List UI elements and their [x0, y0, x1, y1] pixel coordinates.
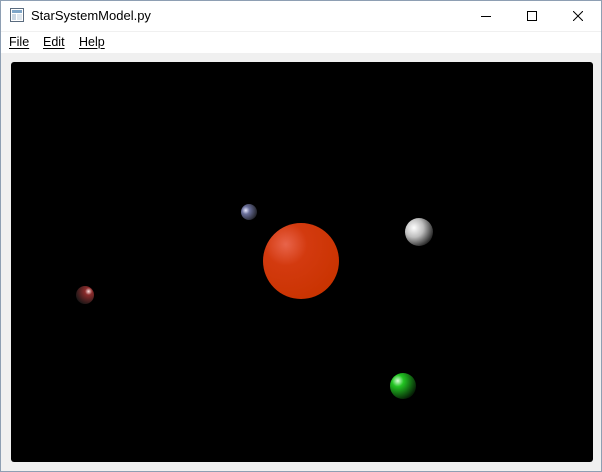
star-body	[263, 223, 339, 299]
close-button[interactable]	[555, 1, 601, 31]
window-title: StarSystemModel.py	[31, 8, 151, 23]
maximize-icon	[527, 11, 537, 21]
planet-white	[405, 218, 433, 246]
planet-red	[76, 286, 94, 304]
menu-help[interactable]: Help	[79, 35, 105, 49]
menu-edit[interactable]: Edit	[43, 35, 65, 49]
render-viewport[interactable]	[11, 62, 593, 462]
python-window-icon	[10, 8, 24, 22]
planet-green	[390, 373, 416, 399]
title-bar[interactable]: StarSystemModel.py	[1, 1, 601, 31]
app-window: StarSystemModel.py File Edit Help	[0, 0, 602, 472]
minimize-icon	[481, 11, 491, 21]
menu-bar: File Edit Help	[1, 32, 601, 53]
planet-small-blue	[241, 204, 257, 220]
maximize-button[interactable]	[509, 1, 555, 31]
close-icon	[573, 11, 583, 21]
minimize-button[interactable]	[463, 1, 509, 31]
menu-file[interactable]: File	[9, 35, 29, 49]
